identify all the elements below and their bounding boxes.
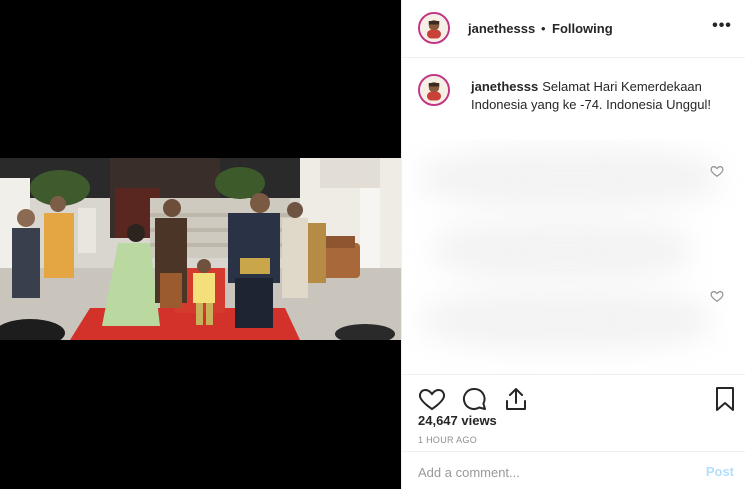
caption-username[interactable]: janethesss (471, 79, 538, 94)
speech-bubble-icon[interactable] (460, 385, 488, 413)
avatar-image (420, 76, 448, 104)
following-button[interactable]: Following (552, 21, 613, 36)
post-details-panel: janethesss • Following ••• janethesss Sel… (401, 0, 745, 489)
video-frame[interactable] (0, 158, 401, 340)
separator-dot: • (541, 21, 546, 36)
blurred-comment (422, 290, 712, 350)
blurred-comment (420, 148, 720, 208)
caption-body: janethesss Selamat Hari Kemerdekaan Indon… (471, 78, 741, 114)
comments-list (402, 140, 745, 374)
post-timestamp[interactable]: 1 HOUR AGO (418, 435, 477, 445)
post-media[interactable] (0, 0, 401, 489)
view-count[interactable]: 24,647 views (418, 413, 497, 428)
comment-like-icon[interactable] (710, 164, 724, 178)
bookmark-icon[interactable] (711, 385, 739, 413)
post-header: janethesss • Following ••• (402, 0, 745, 58)
more-options-icon[interactable]: ••• (710, 16, 734, 40)
blurred-comment (432, 220, 692, 280)
comment-like-icon[interactable] (710, 289, 724, 303)
post-comment-button[interactable]: Post (706, 464, 734, 479)
username-link[interactable]: janethesss (468, 21, 535, 36)
comment-input[interactable] (418, 462, 678, 482)
ceremony-photo (0, 158, 401, 340)
comment-form: Post (402, 451, 745, 489)
heart-icon[interactable] (418, 385, 446, 413)
avatar-image (420, 14, 448, 42)
caption-avatar[interactable] (418, 74, 450, 106)
avatar[interactable] (418, 12, 450, 44)
share-icon[interactable] (502, 385, 530, 413)
